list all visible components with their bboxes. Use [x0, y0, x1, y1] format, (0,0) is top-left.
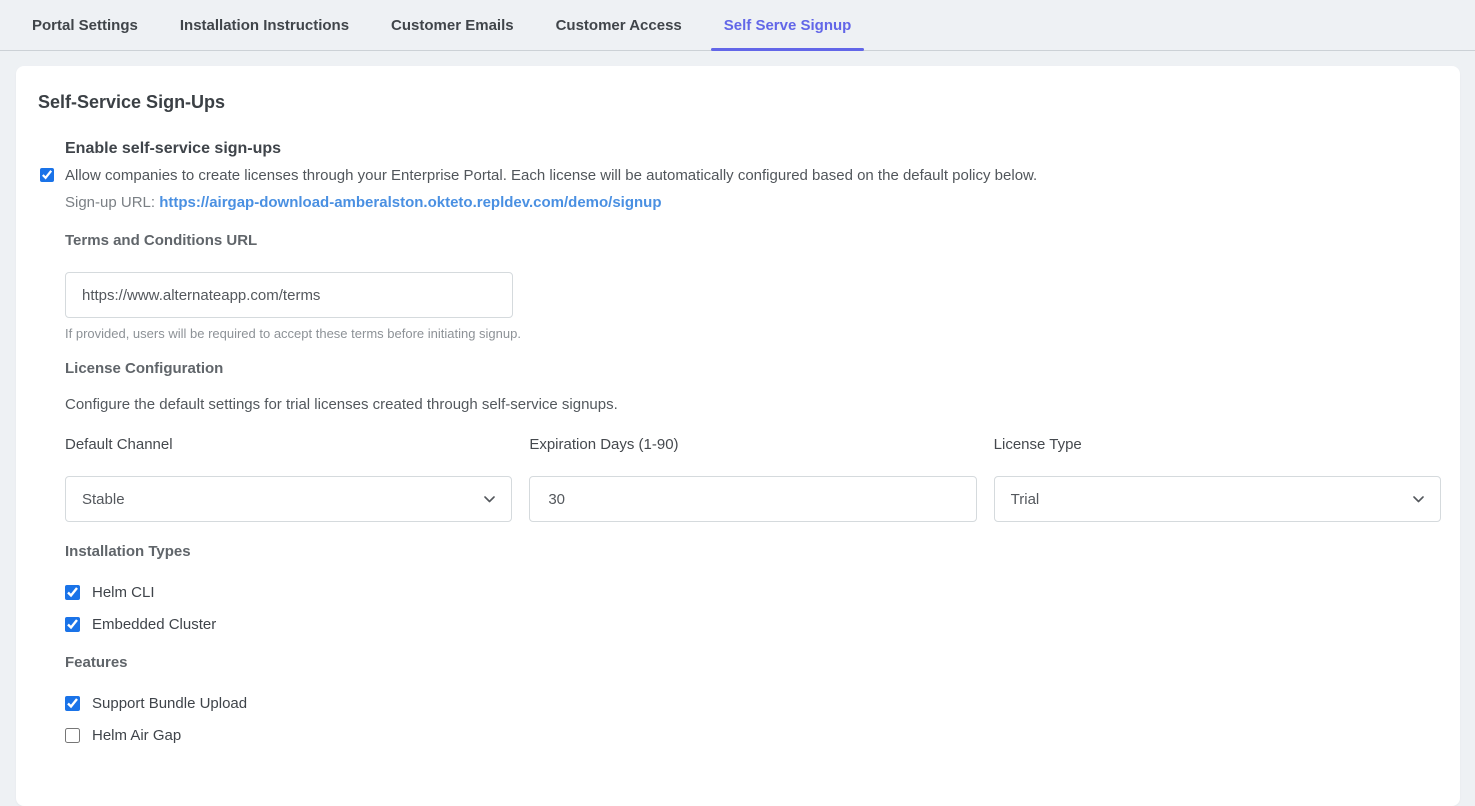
license-configuration-description: Configure the default settings for trial…: [65, 396, 1441, 414]
page-title: Self-Service Sign-Ups: [38, 92, 1441, 113]
terms-url-label: Terms and Conditions URL: [65, 232, 1441, 249]
helm-air-gap-row: Helm Air Gap: [65, 727, 1441, 744]
chevron-down-icon: [484, 496, 495, 503]
default-channel-value: Stable: [82, 491, 125, 508]
license-type-select[interactable]: Trial: [994, 476, 1441, 522]
terms-helper-text: If provided, users will be required to a…: [65, 326, 1441, 341]
expiration-days-label: Expiration Days (1-90): [529, 436, 976, 453]
enable-signups-heading: Enable self-service sign-ups: [65, 139, 1441, 158]
embedded-cluster-label[interactable]: Embedded Cluster: [92, 616, 216, 633]
terms-url-input[interactable]: [65, 272, 513, 318]
helm-cli-label[interactable]: Helm CLI: [92, 584, 155, 601]
enable-signups-description: Allow companies to create licenses throu…: [65, 167, 1037, 184]
license-type-field: License Type Trial: [994, 436, 1441, 522]
expiration-days-input-wrap: [529, 476, 976, 522]
chevron-down-icon: [1413, 496, 1424, 503]
tab-installation-instructions[interactable]: Installation Instructions: [167, 0, 362, 50]
tab-self-serve-signup[interactable]: Self Serve Signup: [711, 0, 865, 50]
tab-customer-emails[interactable]: Customer Emails: [378, 0, 527, 50]
default-channel-field: Default Channel Stable: [65, 436, 512, 522]
embedded-cluster-checkbox[interactable]: [65, 617, 80, 632]
signup-url-row: Sign-up URL: https://airgap-download-amb…: [65, 193, 1441, 213]
license-config-fields: Default Channel Stable Expiration Days (…: [65, 436, 1441, 522]
expiration-days-input[interactable]: [546, 477, 959, 521]
helm-cli-row: Helm CLI: [65, 584, 1441, 601]
license-type-value: Trial: [1011, 491, 1040, 508]
signup-url-label: Sign-up URL:: [65, 194, 155, 211]
helm-cli-checkbox[interactable]: [65, 585, 80, 600]
support-bundle-upload-row: Support Bundle Upload: [65, 695, 1441, 712]
license-configuration-label: License Configuration: [65, 360, 1441, 377]
panel-content: Enable self-service sign-ups Allow compa…: [65, 139, 1441, 744]
license-type-label: License Type: [994, 436, 1441, 453]
support-bundle-upload-label[interactable]: Support Bundle Upload: [92, 695, 247, 712]
enable-signups-checkbox[interactable]: [40, 168, 54, 182]
helm-air-gap-checkbox[interactable]: [65, 728, 80, 743]
helm-air-gap-label[interactable]: Helm Air Gap: [92, 727, 181, 744]
self-serve-signup-panel: Self-Service Sign-Ups Enable self-servic…: [16, 66, 1460, 806]
expiration-days-field: Expiration Days (1-90): [529, 436, 976, 522]
features-label: Features: [65, 654, 1441, 671]
default-channel-select[interactable]: Stable: [65, 476, 512, 522]
tab-portal-settings[interactable]: Portal Settings: [19, 0, 151, 50]
default-channel-label: Default Channel: [65, 436, 512, 453]
tab-bar: Portal Settings Installation Instruction…: [0, 0, 1475, 51]
support-bundle-upload-checkbox[interactable]: [65, 696, 80, 711]
installation-types-label: Installation Types: [65, 543, 1441, 560]
tab-customer-access[interactable]: Customer Access: [543, 0, 695, 50]
embedded-cluster-row: Embedded Cluster: [65, 616, 1441, 633]
signup-url-link[interactable]: https://airgap-download-amberalston.okte…: [159, 194, 661, 211]
enable-signups-row: Allow companies to create licenses throu…: [65, 166, 1441, 186]
